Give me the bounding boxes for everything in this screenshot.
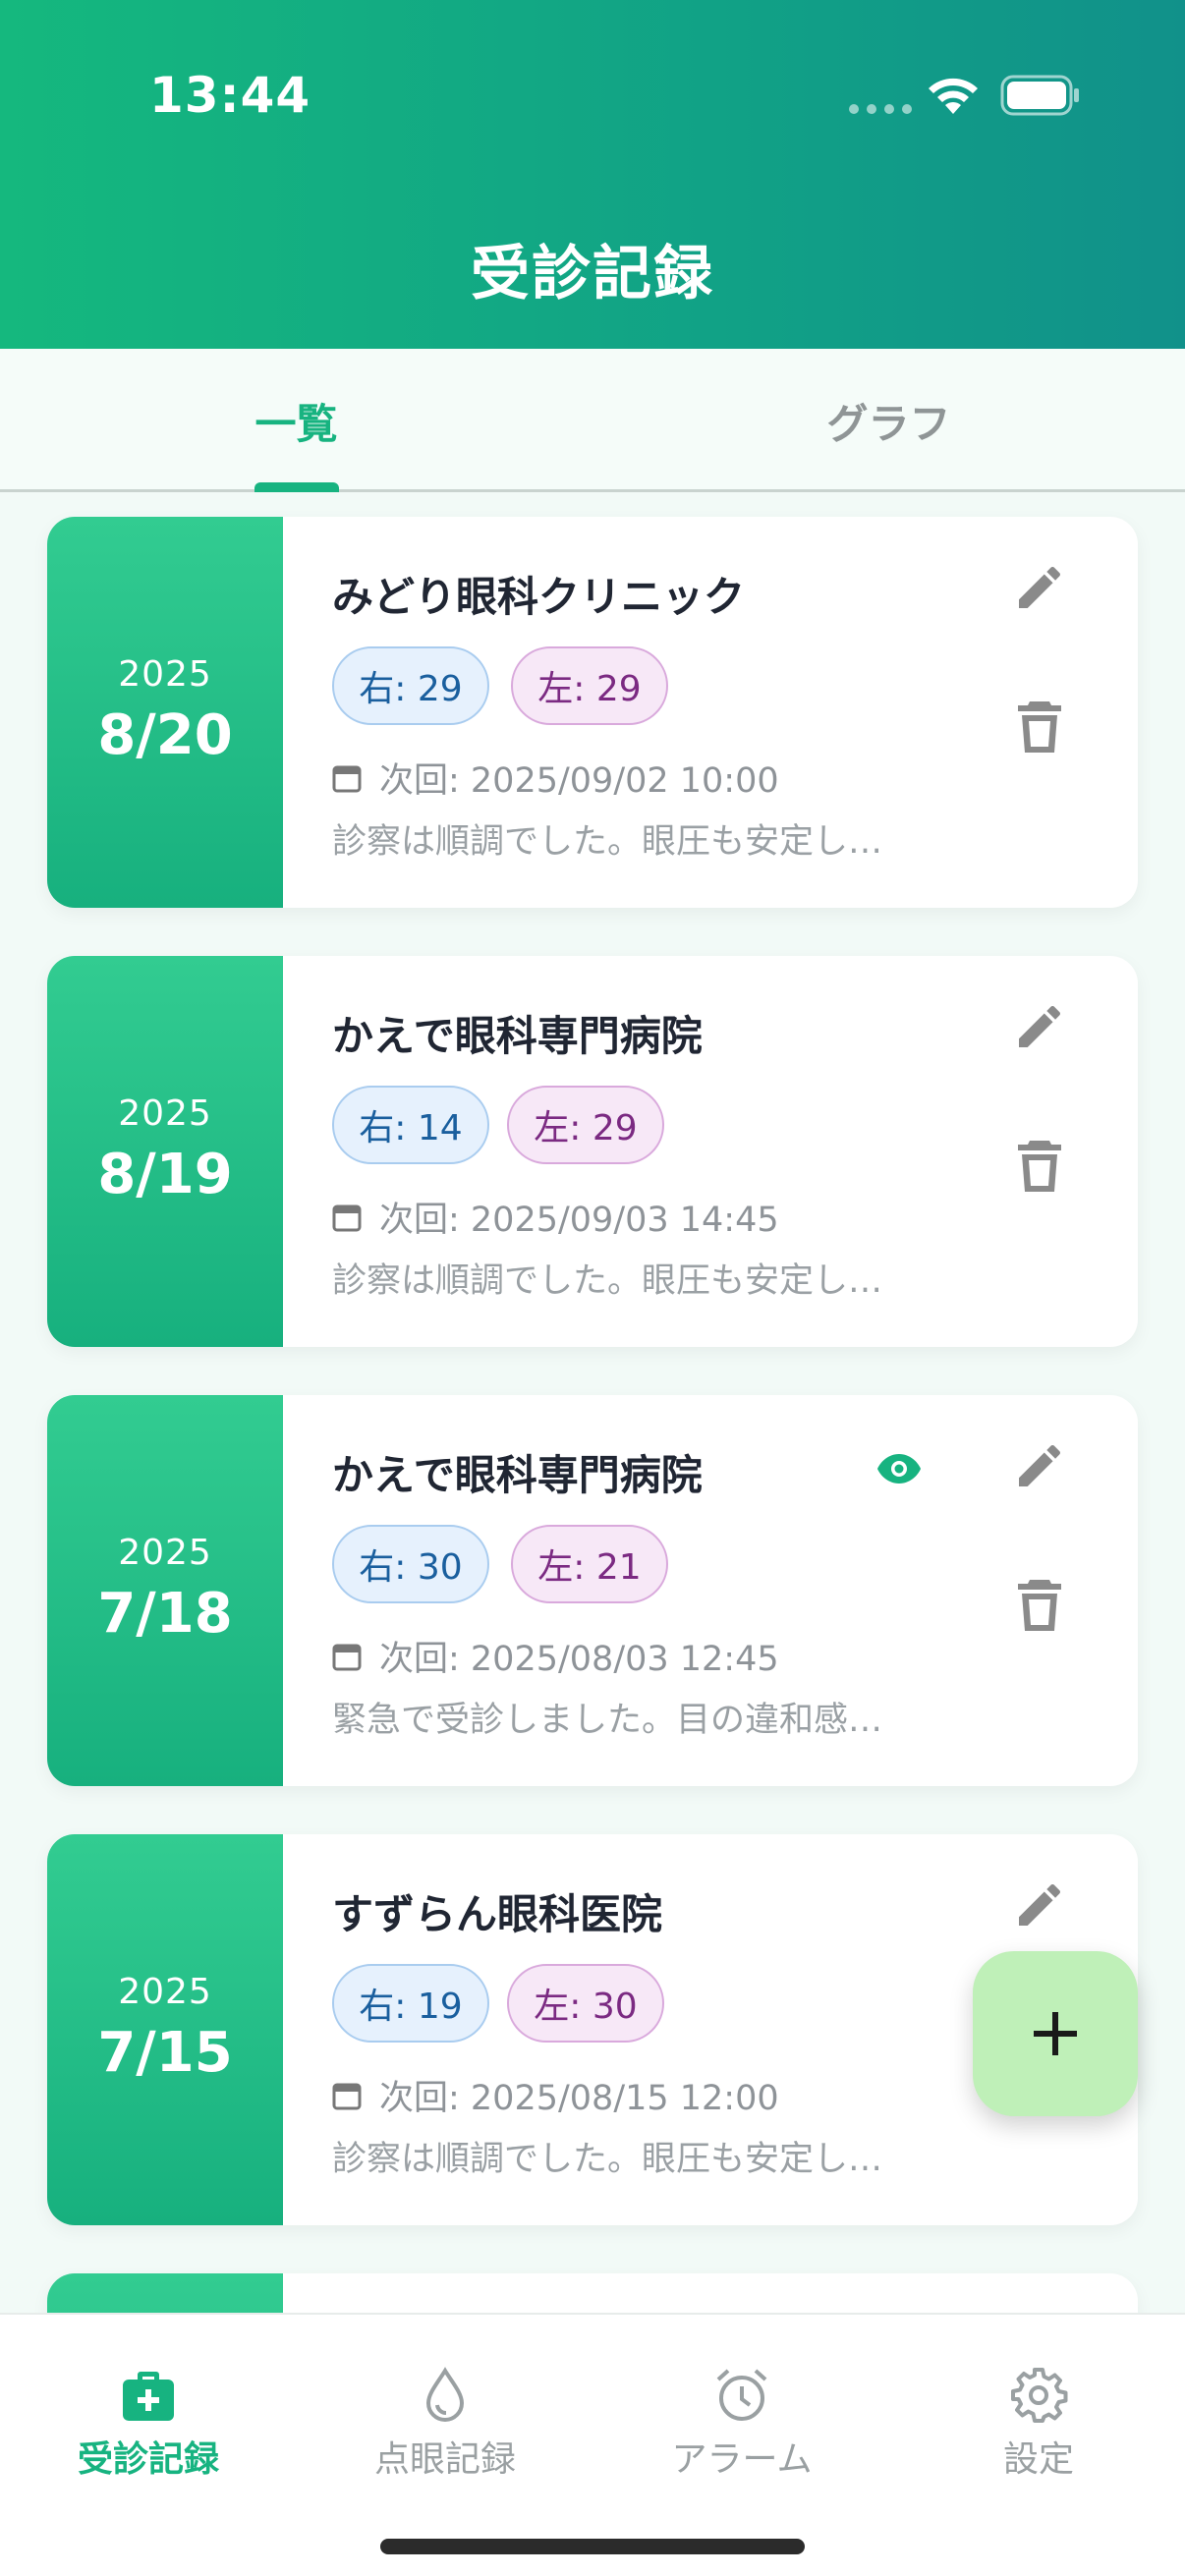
record-year: 2025 [118, 1533, 212, 1573]
delete-icon[interactable] [1016, 1139, 1063, 1194]
calendar-icon [332, 1644, 362, 1670]
next-appointment: 次回: 2025/09/02 10:00 [332, 753, 779, 803]
right-eye-pressure: 右: 19 [332, 1964, 489, 2043]
clinic-name: すずらん眼科医院 [332, 1890, 663, 1938]
next-appointment: 次回: 2025/08/03 12:45 [332, 1631, 779, 1681]
right-eye-pressure: 右: 29 [332, 646, 489, 725]
right-eye-pressure: 右: 30 [332, 1525, 489, 1603]
next-appointment-text: 次回: 2025/09/02 10:00 [379, 761, 779, 801]
calendar-icon [332, 765, 362, 792]
record-note: 診察は順調でした。眼圧も安定し… [332, 2140, 883, 2179]
gear-icon [1011, 2368, 1068, 2423]
record-card[interactable]: 2025 7/18 かえで眼科専門病院 右: 30 左: 21 次回: 2025… [47, 1395, 1138, 1786]
edit-icon[interactable] [1012, 1438, 1067, 1493]
medical-kit-icon [123, 2372, 174, 2421]
record-year: 2025 [118, 1093, 212, 1134]
record-date: 7/18 [97, 1582, 233, 1646]
nav-item-eyedrop-records[interactable]: 点眼記録 [297, 2315, 593, 2511]
plus-icon [1034, 2012, 1077, 2055]
record-card[interactable]: 2025 8/19 かえで眼科専門病院 右: 14 左: 29 次回: 2025… [47, 956, 1138, 1347]
record-date: 8/19 [97, 1143, 233, 1206]
record-date: 8/20 [97, 703, 233, 767]
next-appointment-text: 次回: 2025/09/03 14:45 [379, 1201, 779, 1240]
bottom-navigation: 受診記録 点眼記録 アラーム 設定 [0, 2313, 1185, 2576]
record-date-block: 2025 8/19 [47, 956, 283, 1347]
edit-icon[interactable] [1012, 560, 1067, 615]
nav-label: 設定 [1002, 2439, 1074, 2480]
tab-graph[interactable]: グラフ [592, 349, 1185, 492]
tab-indicator [254, 482, 339, 492]
record-card[interactable] [47, 2273, 1138, 2313]
home-indicator[interactable] [380, 2539, 805, 2554]
calendar-icon [332, 1204, 362, 1231]
record-note: 緊急で受診しました。目の違和感… [332, 1701, 883, 1740]
record-date-block [47, 2273, 283, 2313]
record-date: 7/15 [97, 2021, 233, 2085]
record-date-block: 2025 8/20 [47, 517, 283, 908]
add-record-button[interactable] [973, 1951, 1138, 2116]
left-eye-pressure: 左: 29 [511, 646, 668, 725]
next-appointment: 次回: 2025/08/15 12:00 [332, 2070, 779, 2120]
clinic-name: みどり眼科クリニック [332, 573, 746, 621]
tab-list[interactable]: 一覧 [0, 349, 592, 492]
tab-bar: 一覧 グラフ [0, 349, 1185, 492]
edit-icon[interactable] [1012, 1877, 1067, 1932]
record-year: 2025 [118, 1972, 212, 2012]
cellular-signal-icon [849, 104, 912, 114]
nav-item-visit-records[interactable]: 受診記録 [0, 2315, 297, 2511]
status-time: 13:44 [149, 67, 311, 124]
next-appointment-text: 次回: 2025/08/15 12:00 [379, 2079, 779, 2118]
record-note: 診察は順調でした。眼圧も安定し… [332, 822, 883, 862]
record-year: 2025 [118, 654, 212, 695]
next-appointment-text: 次回: 2025/08/03 12:45 [379, 1640, 779, 1679]
record-card[interactable]: 2025 8/20 みどり眼科クリニック 右: 29 左: 29 次回: 202… [47, 517, 1138, 908]
wifi-icon [929, 78, 978, 114]
delete-icon[interactable] [1016, 1578, 1063, 1633]
record-note: 診察は順調でした。眼圧も安定し… [332, 1261, 883, 1301]
record-date-block: 2025 7/18 [47, 1395, 283, 1786]
right-eye-pressure: 右: 14 [332, 1086, 489, 1164]
edit-icon[interactable] [1012, 999, 1067, 1054]
alarm-icon [716, 2369, 767, 2421]
app-header: 13:44 受診記録 [0, 0, 1185, 349]
clinic-name: かえで眼科専門病院 [332, 1451, 703, 1499]
page-title: 受診記録 [471, 240, 714, 308]
drop-icon [425, 2367, 465, 2422]
left-eye-pressure: 左: 21 [511, 1525, 668, 1603]
next-appointment: 次回: 2025/09/03 14:45 [332, 1192, 779, 1242]
nav-item-alarm[interactable]: アラーム [593, 2315, 890, 2511]
nav-item-settings[interactable]: 設定 [890, 2315, 1185, 2511]
nav-label: 受診記録 [77, 2439, 219, 2480]
eye-icon[interactable] [876, 1452, 922, 1485]
delete-icon[interactable] [1016, 700, 1063, 755]
left-eye-pressure: 左: 30 [507, 1964, 664, 2043]
calendar-icon [332, 2083, 362, 2109]
record-date-block: 2025 7/15 [47, 1834, 283, 2225]
battery-icon [1000, 75, 1079, 116]
nav-label: アラーム [671, 2439, 813, 2480]
left-eye-pressure: 左: 29 [507, 1086, 664, 1164]
nav-label: 点眼記録 [373, 2439, 516, 2480]
clinic-name: かえで眼科専門病院 [332, 1012, 703, 1060]
